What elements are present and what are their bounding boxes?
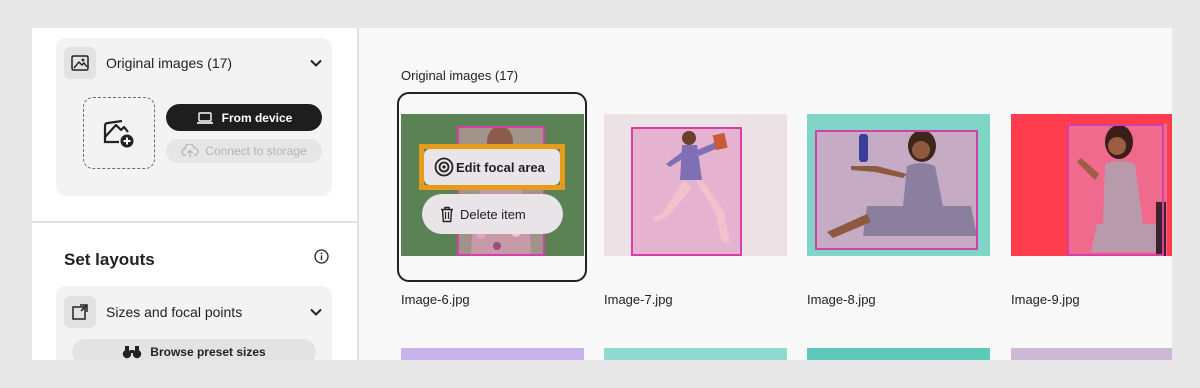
target-icon bbox=[434, 157, 454, 177]
sizes-title: Sizes and focal points bbox=[106, 304, 243, 320]
sizes-header[interactable]: Sizes and focal points bbox=[64, 295, 324, 329]
image-caption: Image-6.jpg bbox=[401, 292, 470, 307]
image-caption: Image-7.jpg bbox=[604, 292, 673, 307]
trash-icon bbox=[441, 206, 453, 222]
sizes-card: Sizes and focal points Browse preset siz… bbox=[56, 286, 332, 360]
chevron-down-icon[interactable] bbox=[308, 304, 324, 320]
browse-label: Browse preset sizes bbox=[150, 345, 266, 359]
connect-storage-label: Connect to storage bbox=[205, 144, 307, 158]
panel-vertical-divider bbox=[357, 28, 359, 360]
connect-storage-button[interactable]: Connect to storage bbox=[166, 139, 322, 163]
from-device-label: From device bbox=[221, 110, 293, 125]
delete-item-label: Delete item bbox=[460, 206, 526, 222]
add-image-icon bbox=[103, 119, 134, 148]
from-device-button[interactable]: From device bbox=[166, 104, 322, 131]
binoculars-icon bbox=[123, 346, 142, 359]
edit-focal-area-button[interactable]: Edit focal area bbox=[424, 149, 560, 185]
info-icon[interactable] bbox=[314, 249, 329, 264]
app-window: Original images (17) From device Connect… bbox=[32, 28, 1172, 360]
image-caption: Image-8.jpg bbox=[807, 292, 876, 307]
panel-divider bbox=[32, 221, 357, 223]
chevron-down-icon[interactable] bbox=[308, 55, 324, 71]
image-thumbnail-row2[interactable] bbox=[604, 348, 787, 360]
edit-focal-label: Edit focal area bbox=[456, 159, 545, 175]
image-thumbnail-7[interactable] bbox=[604, 114, 787, 256]
laptop-icon bbox=[196, 111, 213, 124]
original-images-title: Original images (17) bbox=[106, 55, 233, 71]
focal-area-box[interactable] bbox=[815, 130, 978, 250]
gallery-title: Original images (17) bbox=[401, 68, 519, 83]
image-icon bbox=[64, 47, 96, 79]
left-panel: Original images (17) From device Connect… bbox=[32, 28, 357, 360]
image-drop-zone[interactable] bbox=[83, 97, 155, 169]
focal-area-box[interactable] bbox=[1067, 124, 1164, 256]
image-caption: Image-9.jpg bbox=[1011, 292, 1080, 307]
image-thumbnail-row2[interactable] bbox=[401, 348, 584, 360]
original-images-header[interactable]: Original images (17) bbox=[64, 46, 324, 80]
image-thumbnail-row2[interactable] bbox=[1011, 348, 1172, 360]
image-thumbnail-8[interactable] bbox=[807, 114, 990, 256]
browse-preset-sizes-button[interactable]: Browse preset sizes bbox=[72, 339, 316, 360]
original-images-card: Original images (17) From device Connect… bbox=[56, 38, 332, 196]
delete-item-button[interactable]: Delete item bbox=[422, 194, 563, 234]
set-layouts-title: Set layouts bbox=[64, 250, 155, 269]
image-thumbnail-row2[interactable] bbox=[807, 348, 990, 360]
cloud-upload-icon bbox=[181, 144, 199, 157]
image-thumbnail-9[interactable] bbox=[1011, 114, 1172, 256]
crop-icon bbox=[64, 296, 96, 328]
focal-area-box[interactable] bbox=[631, 127, 742, 256]
